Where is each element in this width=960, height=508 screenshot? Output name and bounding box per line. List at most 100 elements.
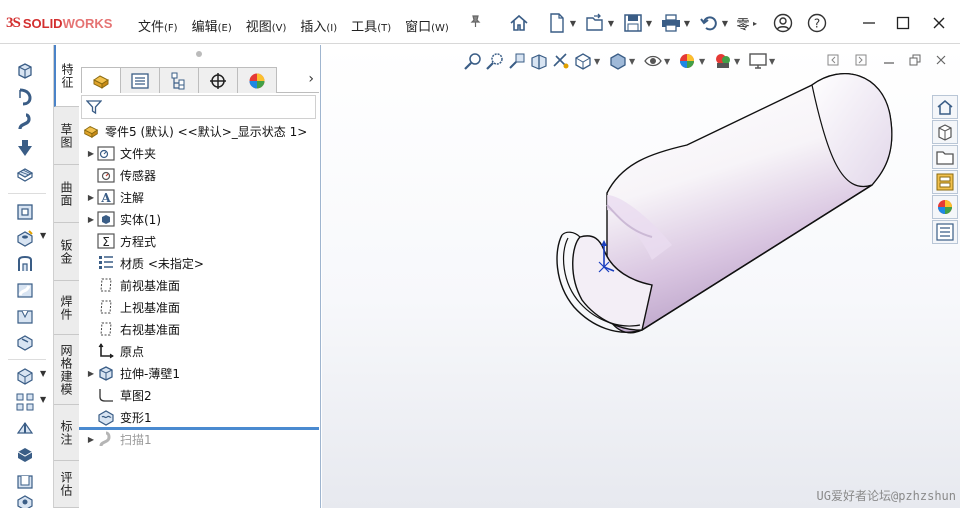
help-icon[interactable]: ?	[806, 12, 828, 34]
tab-sheet-metal[interactable]: 钣金	[54, 223, 79, 281]
print-dropdown-icon[interactable]: ▼	[682, 19, 692, 28]
tree-item-material[interactable]: 材质 <未指定>	[85, 253, 204, 273]
lofted-boss-icon[interactable]	[14, 137, 36, 159]
user-account-icon[interactable]	[772, 12, 794, 34]
expand-arrow-icon[interactable]: ▶	[85, 435, 97, 444]
tree-item-solid-bodies[interactable]: ▶ 实体(1)	[85, 209, 161, 229]
tab-sketch[interactable]: 草图	[54, 107, 79, 165]
tree-filter-input[interactable]	[81, 95, 316, 119]
fillet-icon[interactable]	[14, 365, 36, 387]
tab-evaluate[interactable]: 评估	[54, 461, 79, 508]
tab-weldments[interactable]: 焊件	[54, 281, 79, 335]
tree-item-annotations[interactable]: ▶ A 注解	[85, 187, 144, 207]
fillet-dropdown-icon[interactable]: ▼	[40, 369, 46, 378]
solidworks-resources-icon[interactable]	[932, 95, 958, 119]
tree-item-sketch2[interactable]: 草图2	[85, 385, 152, 405]
tree-item-equations[interactable]: Σ 方程式	[85, 231, 156, 251]
save-icon[interactable]	[622, 12, 644, 34]
menu-insert[interactable]: 插入(I)	[300, 16, 337, 35]
tab-surfaces-label: 曲面	[59, 180, 73, 207]
menu-tools[interactable]: 工具(T)	[351, 16, 391, 35]
tree-root-part[interactable]: 零件5 (默认) <<默认>_显示状态 1>	[82, 121, 307, 141]
property-manager-tab-icon[interactable]	[120, 67, 160, 93]
tab-markup[interactable]: 标注	[54, 405, 79, 461]
tab-mesh-modeling[interactable]: 网格建模	[54, 335, 79, 405]
new-document-icon[interactable]	[546, 12, 568, 34]
tree-item-front-plane[interactable]: 前视基准面	[85, 275, 180, 295]
save-dropdown-icon[interactable]: ▼	[644, 19, 654, 28]
menu-window[interactable]: 窗口(W)	[405, 16, 449, 35]
tree-item-deform1[interactable]: 变形1	[85, 407, 152, 427]
expand-arrow-icon[interactable]: ▶	[85, 193, 97, 202]
revolved-cut-icon[interactable]	[14, 253, 36, 275]
pin-menu-icon[interactable]	[469, 15, 482, 32]
part-model-3d[interactable]	[322, 45, 960, 508]
close-button[interactable]	[922, 10, 956, 36]
graphics-area[interactable]: ▼ ▼ ▼ ▼ ▼ ▼ UG爱好者论坛@pzhzshun	[322, 45, 960, 508]
tree-item-right-plane[interactable]: 右视基准面	[85, 319, 180, 339]
rollback-bar[interactable]	[79, 427, 319, 430]
tree-item-top-plane[interactable]: 上视基准面	[85, 297, 180, 317]
file-explorer-icon[interactable]	[932, 145, 958, 169]
open-dropdown-icon[interactable]: ▼	[606, 19, 616, 28]
maximize-button[interactable]	[886, 10, 920, 36]
menu-edit[interactable]: 编辑(E)	[192, 16, 232, 35]
linear-pattern-icon[interactable]	[14, 391, 36, 413]
tab-features[interactable]: 特征	[54, 45, 79, 107]
tab-surfaces[interactable]: 曲面	[54, 165, 79, 223]
design-library-icon[interactable]	[932, 120, 958, 144]
undo-dropdown-icon[interactable]: ▼	[720, 19, 730, 28]
rib-icon[interactable]	[14, 417, 36, 439]
expand-arrow-icon[interactable]: ▶	[85, 215, 97, 224]
tree-item-label: 文件夹	[120, 146, 157, 161]
configuration-manager-tab-icon[interactable]	[159, 67, 199, 93]
custom-properties-icon[interactable]	[932, 220, 958, 244]
appearances-scenes-icon[interactable]	[932, 195, 958, 219]
part-icon	[82, 122, 100, 140]
extruded-boss-icon[interactable]	[14, 59, 36, 81]
view-palette-icon[interactable]	[932, 170, 958, 194]
panel-grip[interactable]	[196, 51, 202, 57]
solidworks-logo[interactable]: 3S SOLIDWORKS	[6, 14, 112, 32]
home-icon[interactable]	[508, 12, 530, 34]
overflow-dropdown-icon[interactable]: ▸	[750, 19, 760, 28]
expand-arrow-icon[interactable]: ▶	[85, 149, 97, 158]
tree-item-folder[interactable]: ▶ 文件夹	[85, 143, 156, 163]
boundary-boss-icon[interactable]	[14, 163, 36, 185]
swept-boss-icon[interactable]	[14, 111, 36, 133]
feature-manager-tab-icon[interactable]	[81, 67, 121, 93]
draft-icon[interactable]	[14, 443, 36, 465]
expand-arrow-icon[interactable]: ▶	[85, 369, 97, 378]
tree-item-label: 实体(1)	[120, 212, 161, 227]
tab-sketch-label: 草图	[59, 122, 73, 149]
display-manager-tab-icon[interactable]	[237, 67, 277, 93]
pattern-dropdown-icon[interactable]: ▼	[40, 395, 46, 404]
hole-wizard-icon[interactable]	[14, 227, 36, 249]
print-icon[interactable]	[660, 12, 682, 34]
tree-item-sweep1[interactable]: ▶ 扫描1	[85, 429, 152, 449]
lofted-cut-icon[interactable]	[14, 305, 36, 327]
toolbar-overflow[interactable]: 零	[736, 12, 750, 34]
new-dropdown-icon[interactable]: ▼	[568, 19, 578, 28]
tree-item-origin[interactable]: 原点	[85, 341, 144, 361]
hole-wizard-dropdown-icon[interactable]: ▼	[40, 231, 46, 240]
tab-mesh-modeling-label: 网格建模	[59, 343, 73, 396]
tree-item-label: 扫描1	[120, 432, 152, 447]
tree-item-sensors[interactable]: 传感器	[85, 165, 156, 185]
panel-tabs-scroll-right-icon[interactable]: ›	[308, 71, 314, 87]
boundary-cut-icon[interactable]	[14, 331, 36, 353]
wrap-icon[interactable]	[14, 491, 36, 508]
dimxpert-manager-tab-icon[interactable]	[198, 67, 238, 93]
origin-icon	[97, 342, 115, 360]
tree-item-extrude-thin[interactable]: ▶ 拉伸-薄壁1	[85, 363, 180, 383]
undo-icon[interactable]	[698, 12, 720, 34]
shell-icon[interactable]	[14, 469, 36, 491]
swept-cut-icon[interactable]	[14, 279, 36, 301]
menu-view[interactable]: 视图(V)	[246, 16, 287, 35]
open-file-icon[interactable]	[584, 12, 606, 34]
revolved-boss-icon[interactable]	[14, 85, 36, 107]
extruded-cut-icon[interactable]	[14, 201, 36, 223]
menu-file[interactable]: 文件(F)	[138, 16, 178, 35]
tree-item-label: 注解	[120, 190, 145, 205]
minimize-button[interactable]	[852, 10, 886, 36]
